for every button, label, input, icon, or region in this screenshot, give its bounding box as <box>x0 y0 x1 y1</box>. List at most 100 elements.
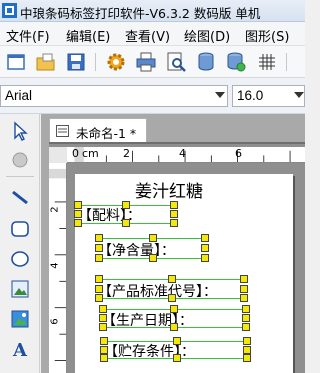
ruler-corner <box>49 147 67 163</box>
resize-handle[interactable] <box>242 323 250 331</box>
text-icon[interactable]: A <box>9 338 31 360</box>
workspace: 未命名-1 * 0 cm 2 4 6 2 4 6 姜汁红糖 【配料】： 【净含量… <box>41 114 305 373</box>
ruler-tick-label: 6 <box>49 318 61 325</box>
resize-handle[interactable] <box>100 354 108 362</box>
line-icon[interactable] <box>9 186 31 208</box>
label-field-net-content[interactable]: 【净含量】： <box>98 240 175 260</box>
picture-icon[interactable] <box>9 308 31 330</box>
resize-handle[interactable] <box>173 337 181 345</box>
pan-icon[interactable] <box>9 148 31 170</box>
save-icon[interactable] <box>65 51 87 73</box>
menu-edit[interactable]: 编辑(E) <box>66 26 110 45</box>
resize-handle[interactable] <box>170 323 178 331</box>
new-icon[interactable] <box>5 51 27 73</box>
resize-handle[interactable] <box>95 275 103 283</box>
resize-handle[interactable] <box>149 234 157 242</box>
main-toolbar <box>0 46 305 78</box>
ruler-unit-label: cm <box>82 147 99 160</box>
resize-handle[interactable] <box>168 294 176 302</box>
toolbar-separator <box>95 53 96 71</box>
resize-handle[interactable] <box>170 219 178 227</box>
resize-handle[interactable] <box>243 337 251 345</box>
font-family-select[interactable]: Arial <box>0 85 228 107</box>
title-bar: 中琅条码标签打印软件-V6.3.2 数码版 单机 <box>0 0 305 22</box>
resize-handle[interactable] <box>170 210 178 218</box>
resize-handle[interactable] <box>240 275 248 283</box>
resize-handle[interactable] <box>240 285 248 293</box>
print-preview-icon[interactable] <box>165 51 187 73</box>
menu-shape[interactable]: 图形(S) <box>245 26 289 45</box>
resize-handle[interactable] <box>240 294 248 302</box>
font-toolbar: Arial 16.0 <box>0 78 305 114</box>
resize-handle[interactable] <box>95 254 103 262</box>
resize-handle[interactable] <box>201 234 209 242</box>
resize-handle[interactable] <box>201 254 209 262</box>
ellipse-icon[interactable] <box>9 248 31 270</box>
resize-handle[interactable] <box>74 210 82 218</box>
resize-handle[interactable] <box>74 201 82 209</box>
menu-draw[interactable]: 绘图(D) <box>184 26 230 45</box>
document-icon <box>56 125 69 137</box>
toolbox-separator <box>6 176 34 177</box>
menu-view[interactable]: 查看(V) <box>125 26 170 45</box>
resize-handle[interactable] <box>242 305 250 313</box>
toolbar-separator <box>286 53 287 71</box>
resize-handle[interactable] <box>170 201 178 209</box>
resize-handle[interactable] <box>95 294 103 302</box>
design-canvas[interactable]: 0 cm 2 4 6 2 4 6 姜汁红糖 【配料】： 【净含量】： 【产品标准… <box>49 142 305 373</box>
resize-handle[interactable] <box>170 305 178 313</box>
label-field-ingredients[interactable]: 【配料】： <box>78 205 141 225</box>
rounded-rect-icon[interactable] <box>9 218 31 240</box>
open-icon[interactable] <box>35 51 57 73</box>
settings-icon[interactable] <box>105 51 127 73</box>
resize-handle[interactable] <box>243 346 251 354</box>
ruler-tick-label: 4 <box>49 262 61 269</box>
chevron-down-icon[interactable] <box>215 92 225 98</box>
resize-handle[interactable] <box>122 219 130 227</box>
resize-handle[interactable] <box>95 234 103 242</box>
app-logo-icon <box>2 3 17 18</box>
drawing-toolbox: A <box>0 114 40 373</box>
ruler-tick-label: 2 <box>123 147 130 160</box>
ruler-tick-label: 2 <box>49 206 61 213</box>
print-icon[interactable] <box>135 51 157 73</box>
resize-handle[interactable] <box>122 201 130 209</box>
font-family-value: Arial <box>5 88 33 103</box>
menu-bar: 文件(F) 编辑(E) 查看(V) 绘图(D) 图形(S) <box>0 22 305 46</box>
image-icon[interactable] <box>9 278 31 300</box>
tab-document[interactable]: 未命名-1 * <box>49 118 147 142</box>
database-setting-icon[interactable] <box>225 51 247 73</box>
resize-handle[interactable] <box>99 323 107 331</box>
ruler-tick-label: 0 <box>72 147 79 160</box>
resize-handle[interactable] <box>99 314 107 322</box>
resize-handle[interactable] <box>173 354 181 362</box>
resize-handle[interactable] <box>100 346 108 354</box>
resize-handle[interactable] <box>95 244 103 252</box>
resize-handle[interactable] <box>149 254 157 262</box>
resize-handle[interactable] <box>242 314 250 322</box>
label-field-standard-code[interactable]: 【产品标准代号】： <box>98 281 217 301</box>
ruler-tick-label: 4 <box>179 147 186 160</box>
resize-handle[interactable] <box>243 354 251 362</box>
chevron-down-icon[interactable] <box>294 92 304 98</box>
menu-file[interactable]: 文件(F) <box>6 26 50 45</box>
ruler-tick-label: 6 <box>235 147 242 160</box>
resize-handle[interactable] <box>99 305 107 313</box>
resize-handle[interactable] <box>201 244 209 252</box>
label-field-production-date[interactable]: 【生产日期】： <box>102 310 193 330</box>
pointer-icon[interactable] <box>9 120 31 142</box>
tab-label: 未命名-1 * <box>76 126 137 141</box>
svg-text:A: A <box>12 340 28 360</box>
font-size-select[interactable]: 16.0 <box>232 85 305 107</box>
grid-icon[interactable] <box>256 51 278 73</box>
label-title[interactable]: 姜汁红糖 <box>135 177 203 202</box>
resize-handle[interactable] <box>100 337 108 345</box>
label-field-storage-conditions[interactable]: 【贮存条件】： <box>104 341 195 361</box>
resize-handle[interactable] <box>74 219 82 227</box>
database-icon[interactable] <box>195 51 217 73</box>
font-size-value: 16.0 <box>237 88 264 103</box>
resize-handle[interactable] <box>168 275 176 283</box>
resize-handle[interactable] <box>95 285 103 293</box>
window-title: 中琅条码标签打印软件-V6.3.2 数码版 单机 <box>20 6 261 21</box>
ruler-top <box>67 147 305 163</box>
